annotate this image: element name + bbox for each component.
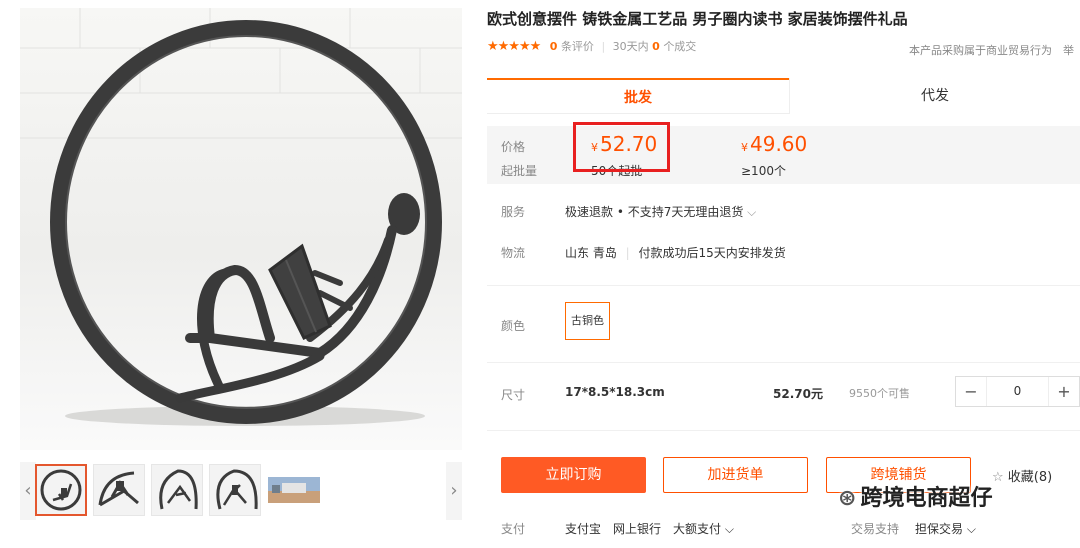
- review-count[interactable]: 0: [550, 40, 558, 53]
- thumbnail-1-image: [40, 469, 82, 511]
- payment-label: 支付: [501, 522, 526, 536]
- thumbnail-3[interactable]: [151, 464, 203, 516]
- thumbnail-1[interactable]: [35, 464, 87, 516]
- thumbnail-4[interactable]: [209, 464, 261, 516]
- price-highlight-box: [573, 122, 670, 172]
- trade-support-label: 交易支持: [851, 522, 900, 536]
- favorite-label: 收藏(8): [1007, 470, 1053, 485]
- deals-suffix: 个成交: [663, 40, 697, 53]
- buy-now-button[interactable]: 立即订购: [501, 457, 646, 493]
- size-option-name: 17*8.5*18.3cm: [565, 385, 665, 399]
- payment-method-alipay[interactable]: 支付宝: [565, 520, 601, 537]
- service-text: 极速退款 • 不支持7天无理由退货: [565, 205, 744, 219]
- thumbnail-2-image: [98, 471, 139, 507]
- favorite-button[interactable]: ☆ 收藏(8): [992, 466, 1052, 485]
- tier2-price: ¥49.60: [741, 132, 807, 156]
- size-option-price: 52.70元: [773, 387, 823, 401]
- moq-label: 起批量: [501, 164, 538, 178]
- quantity-plus-button[interactable]: +: [1049, 377, 1079, 406]
- sculpture-image: [20, 8, 462, 450]
- deals-count: 0: [652, 40, 660, 53]
- watermark-text: 跨境电商超仔: [860, 486, 993, 511]
- thumbnail-2[interactable]: [93, 464, 145, 516]
- tier2-price-value: 49.60: [750, 132, 808, 156]
- divider: [487, 430, 1080, 431]
- chevron-down-icon: ⌵: [747, 205, 757, 219]
- color-label: 颜色: [501, 319, 526, 333]
- add-to-cart-button[interactable]: 加进货单: [663, 457, 808, 493]
- watermark: ⊛ 跨境电商超仔: [838, 480, 992, 512]
- price-label: 价格: [501, 140, 526, 154]
- color-option-bronze[interactable]: 古铜色: [565, 302, 610, 340]
- trade-note: 本产品采购属于商业贸易行为 举: [909, 44, 1074, 57]
- quantity-stepper: − 0 +: [955, 376, 1080, 407]
- wechat-icon: ⊛: [838, 486, 857, 511]
- tab-wholesale[interactable]: 批发: [487, 78, 789, 114]
- thumbnail-3-image: [159, 469, 198, 510]
- thumb-next-arrow[interactable]: ›: [446, 462, 462, 520]
- logistics-origin: 山东 青岛: [565, 246, 617, 260]
- star-outline-icon: ☆: [992, 470, 1004, 485]
- rating-stars-icon: ★★★★★: [487, 39, 541, 54]
- payment-method-large[interactable]: 大额支付 ⌵: [673, 520, 734, 537]
- tier2-moq: ≥100个: [741, 164, 786, 178]
- service-value[interactable]: 极速退款 • 不支持7天无理由退货 ⌵: [565, 203, 756, 220]
- logistics-separator: |: [625, 246, 630, 260]
- thumb-prev-arrow[interactable]: ‹: [20, 462, 36, 520]
- purchase-mode-tabs: 批发 代发: [487, 78, 1080, 114]
- divider: [487, 362, 1080, 363]
- payment-method-bank[interactable]: 网上银行: [613, 520, 661, 537]
- trade-support-value[interactable]: 担保交易 ⌵: [915, 520, 976, 537]
- quantity-minus-button[interactable]: −: [956, 377, 986, 406]
- divider: [487, 285, 1080, 286]
- product-main-image[interactable]: [20, 8, 462, 450]
- thumbnail-4-image: [216, 469, 258, 510]
- thumbnail-5[interactable]: [267, 464, 320, 516]
- quantity-input[interactable]: 0: [986, 377, 1049, 406]
- deals-prefix: 30天内: [612, 40, 649, 53]
- size-label: 尺寸: [501, 388, 526, 402]
- logistics-label: 物流: [501, 246, 526, 260]
- product-info-panel: 欧式创意摆件 铸铁金属工艺品 男子圈内读书 家居装饰摆件礼品 ★★★★★ 0 条…: [487, 0, 1080, 548]
- thumbnail-strip: ‹ ›: [20, 462, 462, 520]
- size-option-stock: 9550个可售: [849, 387, 910, 400]
- rating-separator: |: [601, 40, 606, 53]
- logistics-value: 山东 青岛 | 付款成功后15天内安排发货: [565, 244, 786, 261]
- rating-row: ★★★★★ 0 条评价 | 30天内 0 个成交: [487, 38, 696, 54]
- tier2-currency: ¥: [741, 141, 748, 154]
- thumbnail-5-image: [268, 477, 320, 503]
- tab-dropship[interactable]: 代发: [789, 78, 1080, 114]
- product-title: 欧式创意摆件 铸铁金属工艺品 男子圈内读书 家居装饰摆件礼品: [487, 10, 908, 28]
- logistics-ship-note: 付款成功后15天内安排发货: [638, 246, 786, 260]
- review-suffix: 条评价: [560, 40, 594, 53]
- service-label: 服务: [501, 205, 526, 219]
